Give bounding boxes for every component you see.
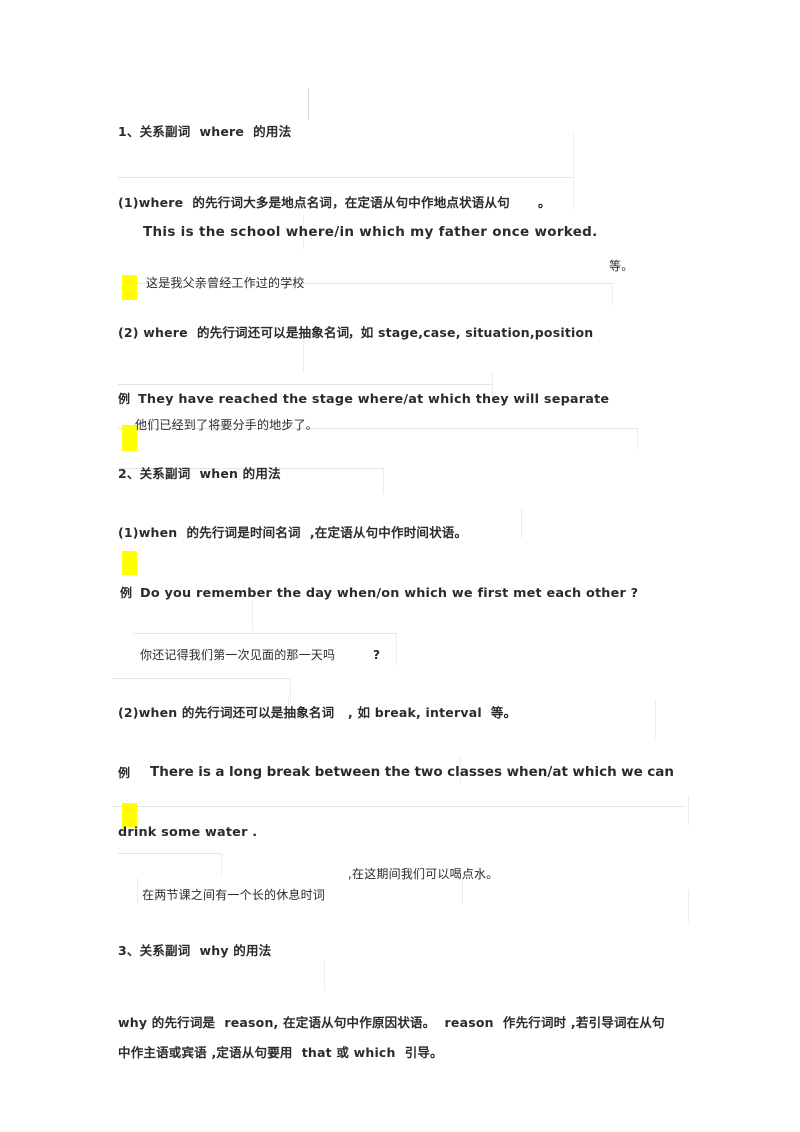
justified-word: when/at	[506, 764, 568, 780]
justified-word: classes	[447, 764, 503, 780]
when-example-2-en-justified: There is a long break between the two cl…	[150, 764, 674, 780]
justified-word: There	[150, 764, 194, 780]
when-example-2-cn-top: ,在这期间我们可以喝点水。	[348, 867, 499, 881]
justified-word: a	[215, 764, 225, 780]
artifact-hline	[113, 678, 290, 679]
where-example-2-cn: 他们已经到了将要分手的地步了。	[135, 418, 319, 432]
when-point-1-label: (1)when 的先行词是时间名词 ,在定语从句中作时间状语。	[118, 525, 468, 540]
justified-word: is	[198, 764, 211, 780]
section-heading-where: 1、关系副词 where 的用法	[118, 124, 292, 139]
artifact-vline	[290, 678, 291, 704]
artifact-vline	[137, 878, 138, 904]
where-example-1-cn: 这是我父亲曾经工作过的学校	[146, 276, 305, 290]
justified-word: can	[647, 764, 674, 780]
when-example-2-marker: 例	[118, 766, 131, 780]
artifact-vline	[573, 177, 574, 209]
where-point-2-etc: 等。	[609, 259, 634, 273]
artifact-vline	[324, 960, 325, 990]
artifact-vline	[221, 853, 222, 875]
section-heading-when: 2、关系副词 when 的用法	[118, 466, 281, 481]
justified-word: long	[228, 764, 263, 780]
when-example-1-marker: 例	[120, 586, 133, 600]
artifact-vline	[252, 600, 253, 630]
why-body-line-2: 中作主语或宾语 ,定语从句要用 that 或 which 引导。	[118, 1045, 443, 1060]
artifact-vline	[688, 795, 689, 825]
when-example-2-en-continued: drink some water .	[118, 825, 258, 840]
where-example-2-marker: 例	[118, 392, 131, 406]
artifact-vline	[573, 133, 574, 177]
justified-word: two	[414, 764, 443, 780]
artifact-vline	[383, 468, 384, 494]
artifact-hline	[133, 633, 396, 634]
when-point-2-label: (2)when 的先行词还可以是抽象名词 , 如 break, interval…	[118, 705, 517, 720]
justified-word: the	[384, 764, 410, 780]
when-example-1-en: Do you remember the day when/on which we…	[140, 586, 639, 601]
artifact-vline	[308, 88, 309, 120]
where-point-1-period: 。	[538, 195, 551, 210]
artifact-vline	[521, 508, 522, 538]
artifact-hline	[118, 177, 574, 178]
artifact-hline	[113, 806, 685, 807]
artifact-vline	[637, 428, 638, 450]
justified-word: we	[621, 764, 643, 780]
when-example-2-cn-bottom: 在两节课之间有一个长的休息时词	[142, 888, 326, 902]
where-example-1-en: This is the school where/in which my fat…	[143, 224, 598, 240]
highlight-mark	[122, 551, 137, 575]
artifact-hline	[118, 853, 221, 854]
section-heading-why: 3、关系副词 why 的用法	[118, 943, 272, 958]
document-page: 1、关系副词 where 的用法 (1)where 的先行词大多是地点名词，在定…	[0, 0, 800, 1132]
artifact-vline	[396, 633, 397, 665]
artifact-vline	[612, 283, 613, 305]
when-example-1-cn-tail: ?	[373, 648, 381, 662]
when-example-1-cn: 你还记得我们第一次见面的那一天吗	[140, 648, 336, 662]
where-point-2-label: (2) where 的先行词还可以是抽象名词	[118, 325, 350, 340]
why-body-line-1: why 的先行词是 reason, 在定语从句中作原因状语。 reason 作先…	[118, 1015, 665, 1030]
artifact-vline	[655, 700, 656, 738]
highlight-mark	[122, 275, 137, 300]
justified-word: break	[266, 764, 311, 780]
where-point-2-label-tail: ，如 stage,case, situation,position	[348, 325, 594, 340]
artifact-vline	[688, 890, 689, 922]
where-example-2-en: They have reached the stage where/at whi…	[138, 392, 610, 407]
justified-word: which	[572, 764, 617, 780]
justified-word: between	[314, 764, 381, 780]
where-point-1-label: (1)where 的先行词大多是地点名词，在定语从句中作地点状语从句	[118, 195, 510, 210]
artifact-hline	[118, 384, 492, 385]
